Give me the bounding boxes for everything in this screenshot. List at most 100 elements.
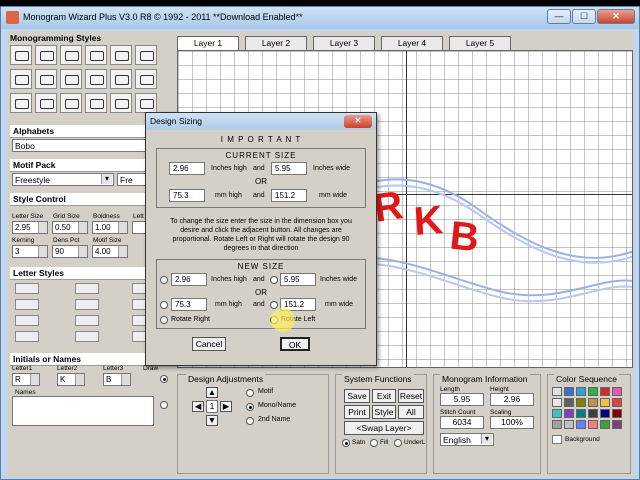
color-swatch[interactable] [552, 387, 562, 396]
new-width-in-input[interactable]: 5.95 [280, 273, 316, 286]
style-icon[interactable] [60, 45, 82, 65]
tab-layer-2[interactable]: Layer 2 [245, 36, 307, 50]
motif-radio[interactable] [246, 389, 254, 397]
color-swatch[interactable] [588, 387, 598, 396]
tab-layer-1[interactable]: Layer 1 [177, 36, 239, 50]
color-swatch[interactable] [576, 420, 586, 429]
letter-style-icon[interactable] [75, 299, 99, 310]
all-button[interactable]: All [398, 405, 424, 419]
tab-layer-3[interactable]: Layer 3 [313, 36, 375, 50]
letter-size-spin[interactable]: 2.95 [12, 221, 48, 234]
color-swatch[interactable] [588, 398, 598, 407]
style-icon[interactable] [85, 45, 107, 65]
color-swatch[interactable] [564, 420, 574, 429]
color-swatch[interactable] [576, 387, 586, 396]
style-icon[interactable] [35, 69, 57, 89]
arrow-right-button[interactable]: ▶ [220, 401, 232, 412]
color-swatch[interactable] [600, 398, 610, 407]
second-name-radio[interactable] [246, 417, 254, 425]
letter3-input[interactable]: B [103, 373, 131, 386]
letter-style-icon[interactable] [15, 299, 39, 310]
style-icon[interactable] [35, 45, 57, 65]
letter1-input[interactable]: R [12, 373, 40, 386]
close-button[interactable]: ✕ [597, 9, 635, 24]
color-swatch[interactable] [612, 387, 622, 396]
color-swatch[interactable] [576, 409, 586, 418]
style-icon[interactable] [85, 69, 107, 89]
kerning-spin[interactable]: 3 [12, 245, 48, 258]
letter-style-icon[interactable] [15, 315, 39, 326]
underl-radio[interactable] [394, 439, 402, 447]
cancel-button[interactable]: Cancel [192, 337, 226, 351]
ok-button[interactable]: OK [280, 337, 310, 351]
grid-size-spin[interactable]: 0.50 [52, 221, 88, 234]
motif-select[interactable]: Freestyle [12, 173, 114, 186]
maximize-button[interactable]: ☐ [572, 9, 596, 24]
letter-style-icon[interactable] [75, 283, 99, 294]
background-swatch[interactable] [552, 435, 562, 444]
minimize-button[interactable]: — [547, 9, 571, 24]
style-icon[interactable] [60, 93, 82, 113]
new-width-mm-radio[interactable] [270, 301, 278, 309]
draw-radio-on[interactable] [160, 375, 168, 383]
letter-style-icon[interactable] [75, 331, 99, 342]
new-height-in-radio[interactable] [160, 276, 168, 284]
letter-style-icon[interactable] [15, 331, 39, 342]
new-height-mm-radio[interactable] [160, 301, 168, 309]
style-icon[interactable] [135, 93, 157, 113]
boldness-spin[interactable]: 1.00 [92, 221, 128, 234]
save-button[interactable]: Save [344, 389, 370, 403]
names-input[interactable] [12, 396, 154, 426]
satn-radio[interactable] [342, 439, 350, 447]
draw-radio-off[interactable] [160, 401, 168, 409]
color-swatch[interactable] [564, 398, 574, 407]
motif-size-spin[interactable]: 4.00 [92, 245, 128, 258]
style-icon[interactable] [10, 45, 32, 65]
reset-button[interactable]: Reset [398, 389, 424, 403]
color-swatch[interactable] [612, 420, 622, 429]
new-height-in-input[interactable]: 2.96 [171, 273, 207, 286]
arrow-left-button[interactable]: ◀ [192, 401, 204, 412]
color-swatch[interactable] [600, 409, 610, 418]
color-swatch[interactable] [612, 398, 622, 407]
color-swatch[interactable] [552, 409, 562, 418]
style-icon[interactable] [135, 45, 157, 65]
fill-radio[interactable] [370, 439, 378, 447]
color-swatch[interactable] [564, 409, 574, 418]
letter2-input[interactable]: K [57, 373, 85, 386]
tab-layer-5[interactable]: Layer 5 [449, 36, 511, 50]
style-icon[interactable] [60, 69, 82, 89]
letter-style-icon[interactable] [15, 283, 39, 294]
tab-layer-4[interactable]: Layer 4 [381, 36, 443, 50]
mono-name-radio[interactable] [246, 403, 254, 411]
color-swatch[interactable] [552, 420, 562, 429]
color-swatch[interactable] [600, 420, 610, 429]
style-button[interactable]: Style [372, 405, 396, 419]
color-swatch[interactable] [588, 420, 598, 429]
style-icon[interactable] [110, 69, 132, 89]
color-swatch[interactable] [576, 398, 586, 407]
style-icon[interactable] [10, 69, 32, 89]
arrow-up-button[interactable]: ▲ [206, 387, 218, 398]
style-icon[interactable] [135, 69, 157, 89]
style-icon[interactable] [35, 93, 57, 113]
style-icon[interactable] [10, 93, 32, 113]
color-swatch[interactable] [612, 409, 622, 418]
letter-style-icon[interactable] [75, 315, 99, 326]
color-swatch[interactable] [552, 398, 562, 407]
step-value[interactable]: 1 [206, 400, 218, 413]
style-icon[interactable] [110, 45, 132, 65]
color-swatch[interactable] [600, 387, 610, 396]
style-icon[interactable] [85, 93, 107, 113]
rotate-right-radio[interactable] [160, 316, 168, 324]
arrow-down-button[interactable]: ▼ [206, 415, 218, 426]
new-height-mm-input[interactable]: 75.3 [171, 298, 207, 311]
new-width-in-radio[interactable] [270, 276, 278, 284]
color-swatch[interactable] [588, 409, 598, 418]
print-button[interactable]: Print [344, 405, 370, 419]
dens-pct-spin[interactable]: 90 [52, 245, 88, 258]
style-icon[interactable] [110, 93, 132, 113]
color-swatch[interactable] [564, 387, 574, 396]
language-select[interactable]: English [440, 433, 494, 446]
exit-button[interactable]: Exit [372, 389, 396, 403]
